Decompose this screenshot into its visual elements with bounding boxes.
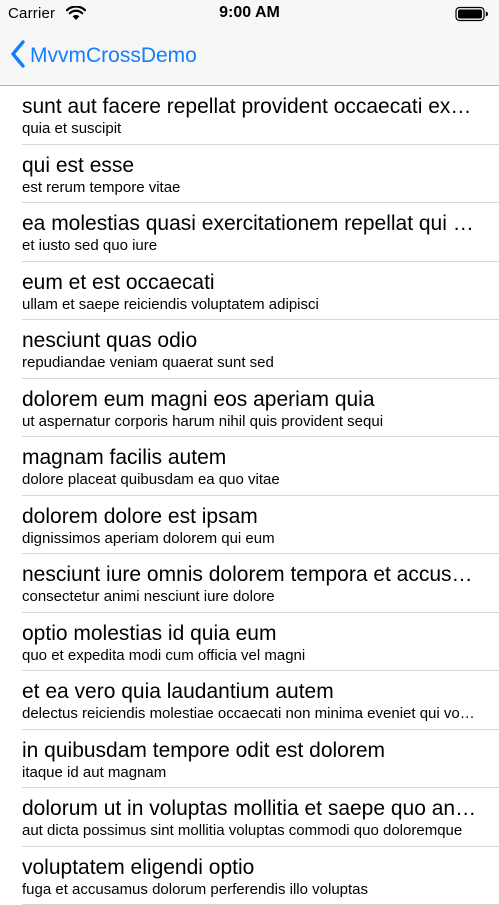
- list-item-title: optio molestias id quia eum: [22, 621, 477, 647]
- clock-time: 9:00 AM: [0, 4, 499, 22]
- list-item-subtitle: delectus reiciendis molestiae occaecati …: [22, 705, 477, 723]
- list-item[interactable]: et ea vero quia laudantium autem delectu…: [0, 671, 499, 730]
- list-item-title: dolorem dolore est ipsam: [22, 504, 477, 530]
- list-item[interactable]: dolorem dolore est ipsam dignissimos ape…: [0, 496, 499, 555]
- list-item-subtitle: aut dicta possimus sint mollitia volupta…: [22, 822, 477, 840]
- list-item-subtitle: et iusto sed quo iure: [22, 237, 477, 255]
- list-item[interactable]: dolorum ut in voluptas mollitia et saepe…: [0, 788, 499, 847]
- list-item-title: eum et est occaecati: [22, 270, 477, 296]
- list-item-title: dolorum ut in voluptas mollitia et saepe…: [22, 796, 477, 822]
- list-item-subtitle: dignissimos aperiam dolorem qui eum: [22, 530, 477, 548]
- back-button-label: MvvmCrossDemo: [30, 44, 197, 68]
- back-button[interactable]: MvvmCrossDemo: [10, 40, 197, 72]
- list-item-subtitle: ut aspernatur corporis harum nihil quis …: [22, 413, 477, 431]
- list-item-title: et ea vero quia laudantium autem: [22, 679, 477, 705]
- list-item-subtitle: consectetur animi nesciunt iure dolore: [22, 588, 477, 606]
- battery-icon: [455, 6, 489, 27]
- list-item-subtitle: quia et suscipit: [22, 120, 477, 138]
- list-item[interactable]: in quibusdam tempore odit est dolorem it…: [0, 730, 499, 789]
- list-item[interactable]: qui est esse est rerum tempore vitae: [0, 145, 499, 204]
- list-item[interactable]: optio molestias id quia eum quo et exped…: [0, 613, 499, 672]
- posts-list: sunt aut facere repellat provident occae…: [0, 86, 499, 905]
- list-item-title: nesciunt quas odio: [22, 328, 477, 354]
- list-item-title: qui est esse: [22, 153, 477, 179]
- list-item-subtitle: itaque id aut magnam: [22, 764, 477, 782]
- list-item-subtitle: repudiandae veniam quaerat sunt sed: [22, 354, 477, 372]
- list-item-title: sunt aut facere repellat provident occae…: [22, 94, 477, 120]
- list-item-title: dolorem eum magni eos aperiam quia: [22, 387, 477, 413]
- list-item[interactable]: magnam facilis autem dolore placeat quib…: [0, 437, 499, 496]
- list-item-title: magnam facilis autem: [22, 445, 477, 471]
- list-item[interactable]: sunt aut facere repellat provident occae…: [0, 86, 499, 145]
- list-item[interactable]: eum et est occaecati ullam et saepe reic…: [0, 262, 499, 321]
- list-item-subtitle: fuga et accusamus dolorum perferendis il…: [22, 881, 477, 899]
- list-item-subtitle: ullam et saepe reiciendis voluptatem adi…: [22, 296, 477, 314]
- list-item-title: nesciunt iure omnis dolorem tempora et a…: [22, 562, 477, 588]
- navigation-bar: MvvmCrossDemo: [0, 28, 499, 86]
- list-item[interactable]: ea molestias quasi exercitationem repell…: [0, 203, 499, 262]
- status-bar: Carrier 9:00 AM: [0, 0, 499, 28]
- list-item[interactable]: nesciunt quas odio repudiandae veniam qu…: [0, 320, 499, 379]
- list-item-title: in quibusdam tempore odit est dolorem: [22, 738, 477, 764]
- list-item-subtitle: quo et expedita modi cum officia vel mag…: [22, 647, 477, 665]
- list-item[interactable]: voluptatem eligendi optio fuga et accusa…: [0, 847, 499, 905]
- list-item-title: voluptatem eligendi optio: [22, 855, 477, 881]
- list-item[interactable]: nesciunt iure omnis dolorem tempora et a…: [0, 554, 499, 613]
- list-item[interactable]: dolorem eum magni eos aperiam quia ut as…: [0, 379, 499, 438]
- chevron-left-icon: [10, 40, 26, 73]
- list-item-title: ea molestias quasi exercitationem repell…: [22, 211, 477, 237]
- list-item-subtitle: dolore placeat quibusdam ea quo vitae: [22, 471, 477, 489]
- list-item-subtitle: est rerum tempore vitae: [22, 179, 477, 197]
